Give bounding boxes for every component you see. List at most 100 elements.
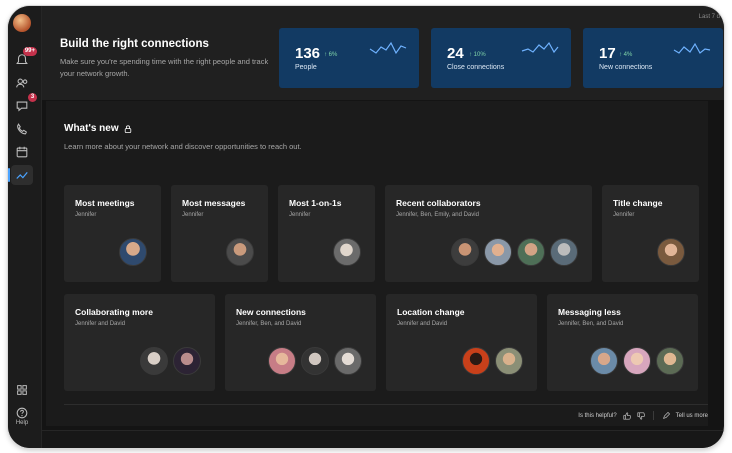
avatar-group	[462, 347, 523, 375]
insights-banner: Build the right connections Make sure yo…	[42, 6, 724, 100]
card-title: Recent collaborators	[396, 198, 481, 208]
stat-tile-new-connections[interactable]: 17 ↑ 4% New connections	[583, 28, 723, 88]
rail-teams-button[interactable]	[11, 73, 33, 93]
avatar[interactable]	[462, 347, 490, 375]
card-people: Jennifer, Ben, Emily, and David	[396, 212, 479, 218]
rail-calendar-button[interactable]	[11, 142, 33, 162]
banner-title: Build the right connections	[60, 38, 209, 50]
card-people: Jennifer and David	[397, 321, 448, 327]
rail-chat-button[interactable]: 3	[11, 93, 37, 116]
avatar[interactable]	[173, 347, 201, 375]
avatar[interactable]	[334, 347, 362, 375]
whats-new-title: What's new	[64, 123, 119, 134]
lock-icon	[124, 124, 131, 133]
avatar-group	[140, 347, 201, 375]
thumbs-down-icon[interactable]	[637, 411, 645, 420]
insight-card-location-change[interactable]: Location change Jennifer and David	[386, 294, 537, 391]
stat-label: People	[295, 64, 317, 71]
avatar[interactable]	[656, 347, 684, 375]
avatar-group	[451, 238, 578, 266]
whats-new-panel: What's new Learn more about your network…	[46, 101, 708, 426]
tell-us-more-link[interactable]: Tell us more	[676, 413, 708, 419]
whats-new-heading: What's new	[64, 123, 132, 134]
stat-value: 17	[599, 45, 616, 62]
banner-description: Make sure you're spending time with the …	[60, 57, 269, 78]
sparkline-icon	[369, 41, 407, 55]
stat-label: New connections	[599, 64, 653, 71]
app-rail: 99+ 3 Help	[8, 6, 42, 448]
activity-badge: 99+	[22, 47, 37, 56]
chat-icon	[16, 101, 28, 112]
avatar-group	[333, 238, 361, 266]
avatar[interactable]	[333, 238, 361, 266]
avatar[interactable]	[301, 347, 329, 375]
stat-value: 24	[447, 45, 464, 62]
rail-activity-button[interactable]: 99+	[11, 47, 37, 70]
stat-tile-people[interactable]: 136 ↑ 6% People	[279, 28, 419, 88]
sparkline-icon	[673, 42, 711, 54]
stat-delta: ↑ 10%	[469, 52, 486, 58]
feedback-question: Is this helpful?	[578, 412, 617, 419]
rail-insights-button[interactable]	[8, 165, 33, 185]
stat-tile-close-connections[interactable]: 24 ↑ 10% Close connections	[431, 28, 571, 88]
card-people: Jennifer	[613, 212, 635, 218]
card-people: Jennifer	[75, 212, 97, 218]
avatar[interactable]	[657, 238, 685, 266]
card-title: Most messages	[182, 198, 246, 208]
card-people: Jennifer	[289, 212, 311, 218]
avatar[interactable]	[495, 347, 523, 375]
card-people: Jennifer	[182, 212, 204, 218]
avatar[interactable]	[451, 238, 479, 266]
insight-card-most-messages[interactable]: Most messages Jennifer	[171, 185, 268, 282]
card-title: New connections	[236, 307, 306, 317]
avatar-group	[268, 347, 362, 375]
help-icon	[16, 407, 28, 419]
thumbs-up-icon[interactable]	[623, 411, 631, 420]
avatar[interactable]	[226, 238, 254, 266]
card-people: Jennifer, Ben, and David	[558, 321, 624, 327]
trend-icon	[16, 171, 28, 179]
avatar[interactable]	[623, 347, 651, 375]
avatar[interactable]	[119, 238, 147, 266]
insight-card-title-change[interactable]: Title change Jennifer	[602, 185, 699, 282]
avatar[interactable]	[268, 347, 296, 375]
stat-value: 136	[295, 45, 321, 62]
stat-delta: ↑ 6%	[324, 52, 338, 58]
card-title: Most meetings	[75, 198, 135, 208]
user-avatar[interactable]	[13, 14, 31, 32]
card-people: Jennifer and David	[75, 321, 126, 327]
card-title: Title change	[613, 198, 663, 208]
stat-delta: ↑ 4%	[619, 52, 633, 58]
avatar-group	[226, 238, 254, 266]
avatar[interactable]	[590, 347, 618, 375]
bottom-strip	[42, 430, 724, 448]
card-title: Messaging less	[558, 307, 621, 317]
card-title: Location change	[397, 307, 465, 317]
avatar[interactable]	[517, 238, 545, 266]
avatar-group	[590, 347, 684, 375]
time-range-label[interactable]: Last 7 d	[699, 14, 720, 20]
insight-card-most-meetings[interactable]: Most meetings Jennifer	[64, 185, 161, 282]
insight-card-collaborating-more[interactable]: Collaborating more Jennifer and David	[64, 294, 215, 391]
card-title: Collaborating more	[75, 307, 153, 317]
phone-icon	[17, 123, 28, 135]
avatar-group	[119, 238, 147, 266]
rail-apps-button[interactable]	[11, 380, 33, 400]
avatar[interactable]	[550, 238, 578, 266]
stat-label: Close connections	[447, 64, 505, 71]
teams-icon	[16, 78, 28, 88]
sparkline-icon	[521, 41, 559, 54]
insight-card-recent-collaborators[interactable]: Recent collaborators Jennifer, Ben, Emil…	[385, 185, 592, 282]
avatar[interactable]	[484, 238, 512, 266]
apps-grid-icon	[17, 385, 27, 395]
avatar[interactable]	[140, 347, 168, 375]
avatar-group	[657, 238, 685, 266]
rail-calls-button[interactable]	[11, 119, 33, 139]
card-people: Jennifer, Ben, and David	[236, 321, 302, 327]
chat-badge: 3	[28, 93, 37, 102]
separator	[652, 411, 654, 420]
insight-card-messaging-less[interactable]: Messaging less Jennifer, Ben, and David	[547, 294, 698, 391]
insight-card-new-connections[interactable]: New connections Jennifer, Ben, and David	[225, 294, 376, 391]
insight-card-most-1on1s[interactable]: Most 1-on-1s Jennifer	[278, 185, 375, 282]
calendar-icon	[16, 146, 28, 158]
